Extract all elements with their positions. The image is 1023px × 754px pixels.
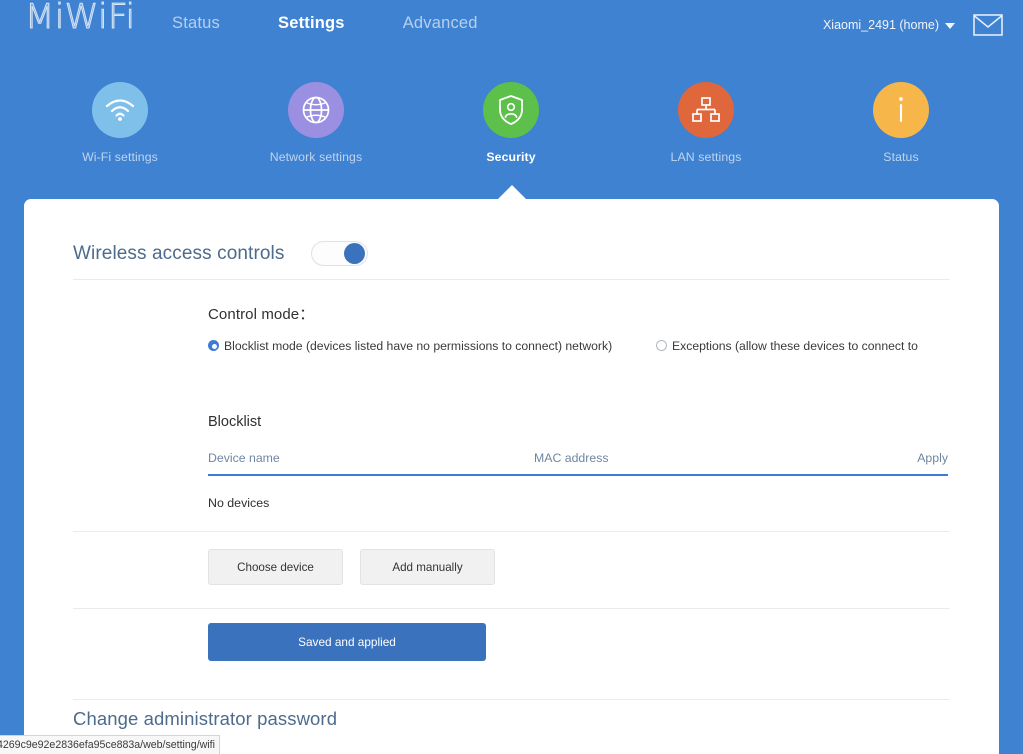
divider (73, 531, 950, 532)
blocklist-title: Blocklist (208, 414, 262, 430)
divider (73, 279, 950, 280)
icon-nav-lan-settings[interactable]: LAN settings (631, 82, 781, 164)
network-topology-icon (678, 82, 734, 138)
chevron-down-icon (945, 23, 955, 29)
browser-page: MiWiFi Status Settings Advanced Xiaomi_2… (0, 0, 1023, 754)
icon-nav-label: Network settings (269, 150, 363, 164)
change-administrator-password-title: Change administrator password (73, 708, 338, 729)
wireless-access-controls-toggle[interactable] (311, 241, 369, 266)
nav-item-advanced[interactable]: Advanced (403, 14, 478, 33)
mail-icon[interactable] (973, 14, 1003, 36)
main-nav: Status Settings Advanced (172, 14, 478, 33)
toggle-knob (344, 243, 366, 264)
radio-option-label: Blocklist mode (devices listed have no p… (224, 339, 613, 353)
icon-nav-network-settings[interactable]: Network settings (241, 82, 391, 164)
blocklist-table-header: Device name MAC address Apply (208, 451, 948, 476)
empty-state-text: No devices (208, 496, 270, 510)
nav-item-status[interactable]: Status (172, 14, 220, 33)
icon-nav-label: LAN settings (670, 150, 742, 164)
column-header-apply: Apply (917, 451, 948, 465)
page-title: Wireless access controls (73, 242, 285, 264)
account-selector[interactable]: Xiaomi_2491 (home) (823, 18, 955, 32)
divider (73, 699, 950, 700)
radio-icon-selected (208, 340, 219, 351)
divider (73, 608, 950, 609)
info-icon (873, 82, 929, 138)
save-button[interactable]: Saved and applied (208, 623, 486, 661)
globe-icon (288, 82, 344, 138)
shield-person-icon (483, 82, 539, 138)
icon-nav-label: Status (883, 150, 919, 164)
section-icon-nav: Wi-Fi settings Network settings Security… (0, 82, 1023, 178)
browser-status-bar: 4269c9e92e2836efa95ce883a/web/setting/wi… (0, 735, 220, 754)
wifi-icon (92, 82, 148, 138)
icon-nav-label: Wi-Fi settings (82, 150, 158, 164)
icon-nav-wifi-settings[interactable]: Wi-Fi settings (45, 82, 195, 164)
control-mode-label: Control mode： (208, 306, 315, 323)
column-header-device-name: Device name (208, 451, 280, 465)
settings-card: Wireless access controls Control mode： B… (24, 199, 999, 754)
radio-option-exceptions[interactable]: Exceptions (allow these devices to conne… (656, 337, 956, 355)
radio-icon-unselected (656, 340, 667, 351)
account-label: Xiaomi_2491 (home) (822, 18, 939, 32)
icon-nav-status[interactable]: Status (826, 82, 976, 164)
status-bar-url: 4269c9e92e2836efa95ce883a/web/setting/wi… (0, 739, 215, 751)
icon-nav-label: Security (486, 150, 536, 164)
miwifi-logo: MiWiFi (25, 0, 136, 38)
top-header: MiWiFi Status Settings Advanced Xiaomi_2… (0, 0, 1023, 54)
choose-device-button[interactable]: Choose device (208, 549, 343, 585)
radio-option-label: Exceptions (allow these devices to conne… (672, 339, 918, 353)
wireless-access-controls-header: Wireless access controls (73, 241, 369, 266)
icon-nav-security[interactable]: Security (436, 82, 586, 164)
active-tab-pointer (497, 185, 527, 200)
blocklist-actions: Choose device Add manually (208, 549, 495, 585)
add-manually-button[interactable]: Add manually (360, 549, 495, 585)
column-header-mac-address: MAC address (534, 451, 609, 465)
radio-option-blocklist[interactable]: Blocklist mode (devices listed have no p… (208, 337, 628, 355)
nav-item-settings[interactable]: Settings (278, 14, 345, 33)
